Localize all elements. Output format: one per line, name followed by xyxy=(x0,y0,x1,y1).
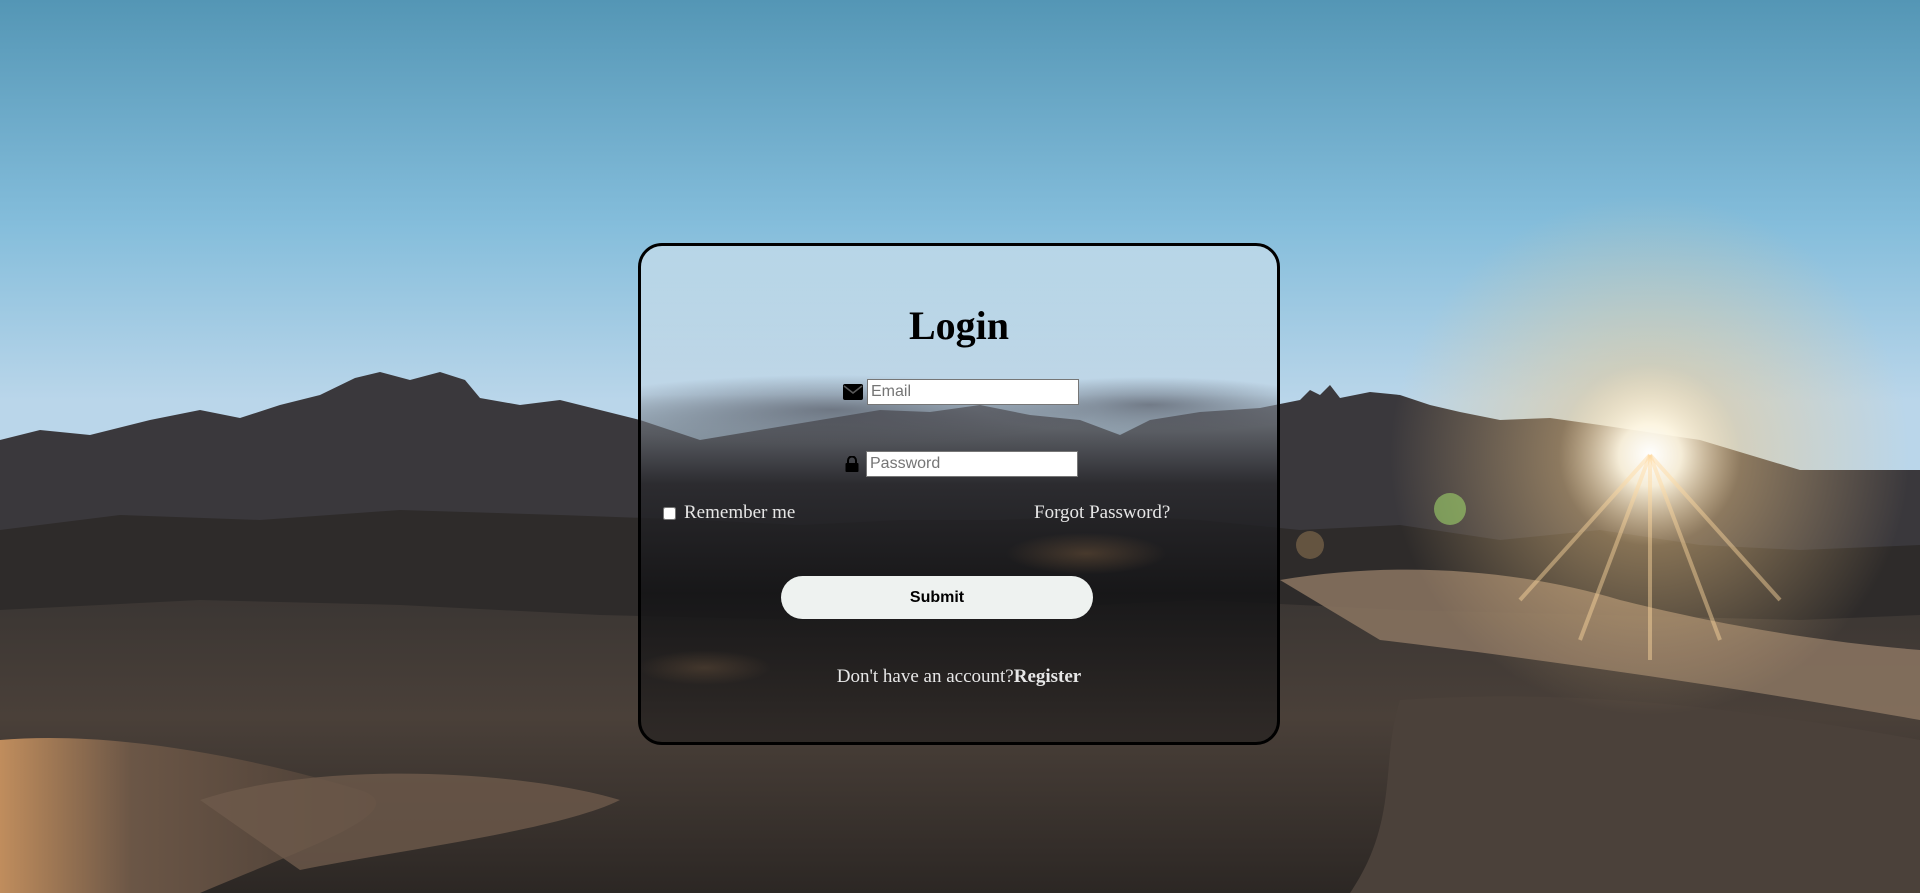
lock-icon xyxy=(841,453,863,475)
remember-me-checkbox[interactable] xyxy=(663,506,676,520)
email-field[interactable] xyxy=(867,379,1079,405)
email-row xyxy=(842,379,1079,405)
register-link[interactable]: Register xyxy=(1014,666,1082,687)
submit-button[interactable]: Submit xyxy=(781,576,1093,619)
login-card: Login Remember me Forgot Password? Submi… xyxy=(638,243,1280,745)
register-prompt: Don't have an account? xyxy=(836,666,1014,687)
page-title: Login xyxy=(908,303,1010,348)
envelope-icon xyxy=(842,381,864,403)
password-field[interactable] xyxy=(866,451,1078,477)
remember-me-row[interactable]: Remember me xyxy=(663,502,795,524)
register-row: Don't have an account?Register xyxy=(641,666,1277,688)
forgot-password-link[interactable]: Forgot Password? xyxy=(1034,502,1170,524)
remember-me-label: Remember me xyxy=(684,502,796,523)
password-row xyxy=(841,451,1078,477)
